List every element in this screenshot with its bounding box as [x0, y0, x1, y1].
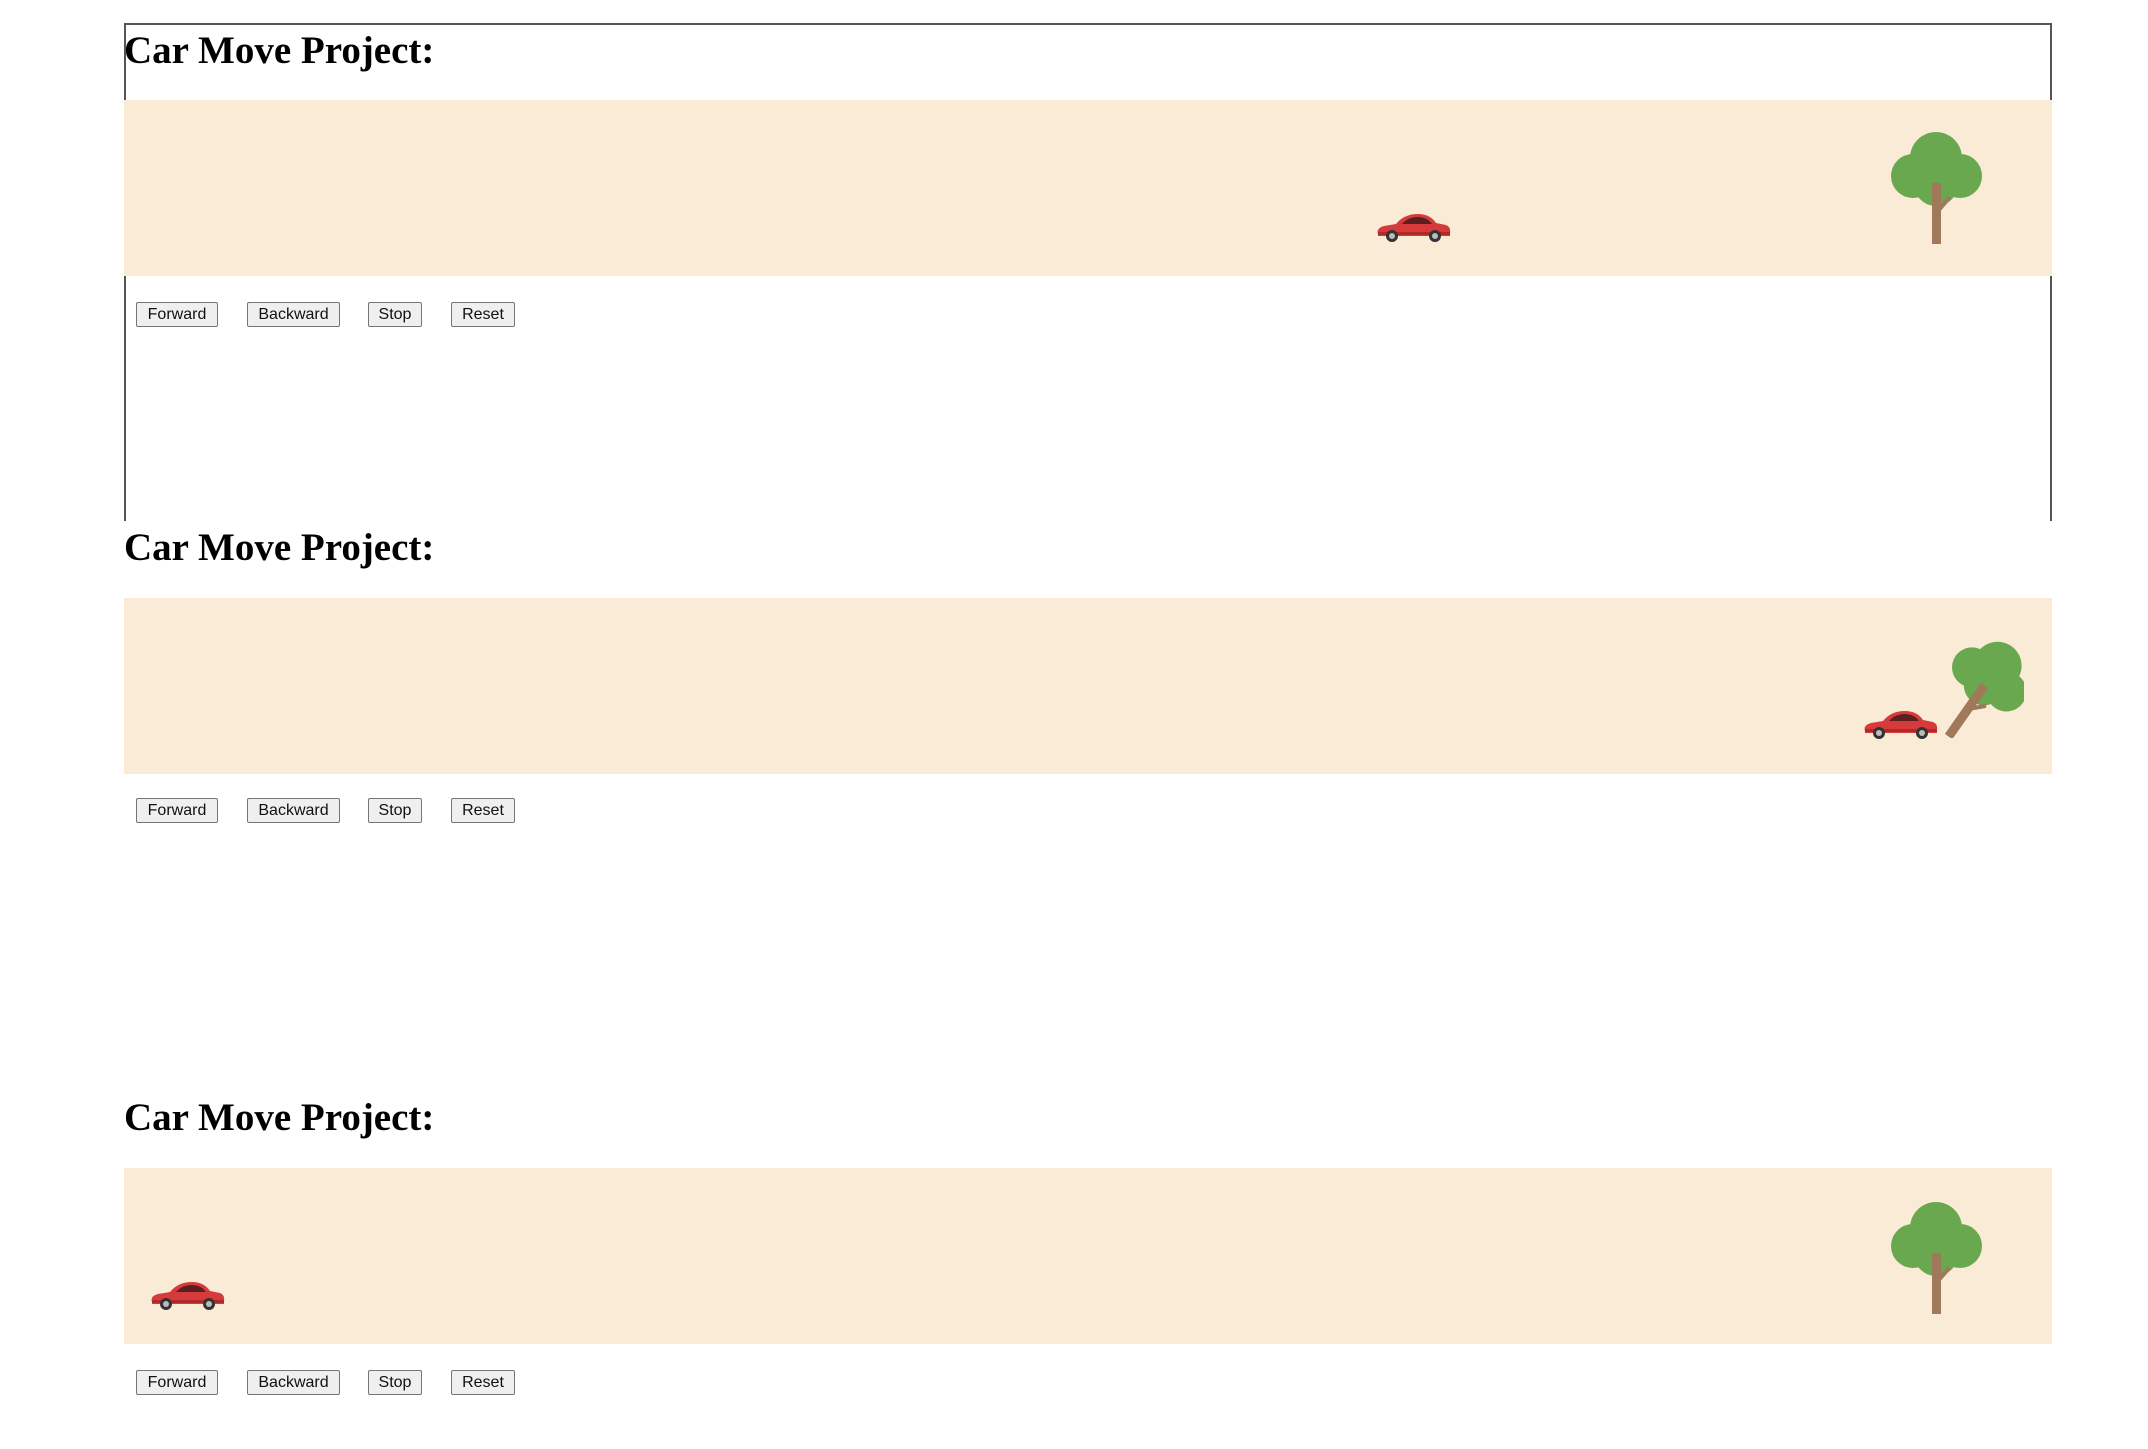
- page-title: Car Move Project:: [124, 526, 435, 569]
- red-car-icon: [148, 1278, 226, 1312]
- page-title: Car Move Project:: [124, 29, 435, 72]
- backward-button[interactable]: Backward: [247, 1370, 340, 1395]
- forward-button[interactable]: Forward: [136, 798, 218, 823]
- tree-icon: [1888, 128, 1984, 244]
- fallen-tree-icon: [1914, 628, 2024, 738]
- red-car-icon: [1374, 210, 1452, 244]
- reset-button[interactable]: Reset: [451, 798, 515, 823]
- stop-button[interactable]: Stop: [368, 1370, 422, 1395]
- forward-button[interactable]: Forward: [136, 302, 218, 327]
- forward-button[interactable]: Forward: [136, 1370, 218, 1395]
- car-move-panel-1: Car Move Project: Forward Backward Stop …: [124, 23, 2052, 523]
- tree-icon: [1888, 1198, 1984, 1314]
- stop-button[interactable]: Stop: [368, 302, 422, 327]
- reset-button[interactable]: Reset: [451, 302, 515, 327]
- stop-button[interactable]: Stop: [368, 798, 422, 823]
- backward-button[interactable]: Backward: [247, 798, 340, 823]
- backward-button[interactable]: Backward: [247, 302, 340, 327]
- reset-button[interactable]: Reset: [451, 1370, 515, 1395]
- road-track: [124, 598, 2052, 774]
- car-move-panel-3: Car Move Project: Forward Backward Stop …: [124, 1090, 2052, 1430]
- page-title: Car Move Project:: [124, 1096, 435, 1139]
- road-track: [124, 1168, 2052, 1344]
- road-track: [124, 100, 2052, 276]
- car-move-panel-2: Car Move Project: Forward Backward Stop …: [124, 520, 2052, 840]
